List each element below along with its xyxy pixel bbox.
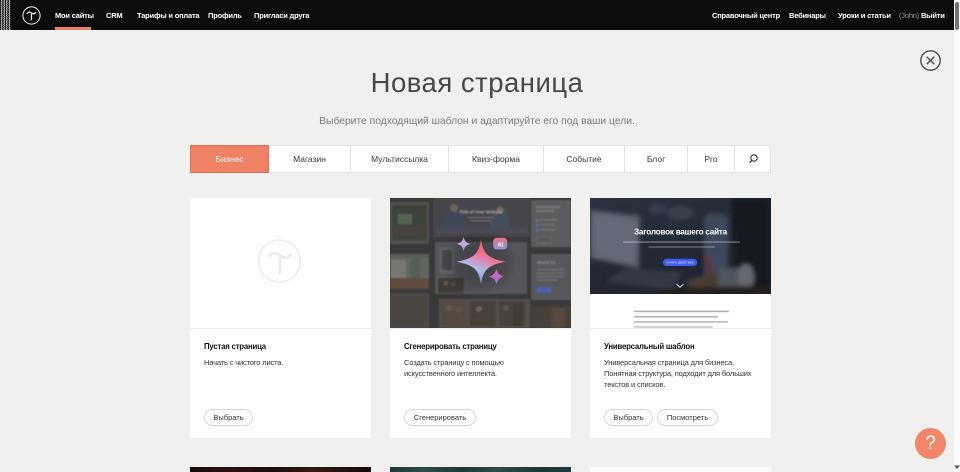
svg-text:Заголовок вашего сайта: Заголовок вашего сайта [634,228,728,237]
svg-text:НАЧАТЬ ДЕЙСТВИЕ: НАЧАТЬ ДЕЙСТВИЕ [666,261,694,265]
svg-text:About us: About us [537,260,556,265]
svg-text:AI: AI [497,242,503,248]
svg-text:Title of Your Website: Title of Your Website [459,210,503,215]
